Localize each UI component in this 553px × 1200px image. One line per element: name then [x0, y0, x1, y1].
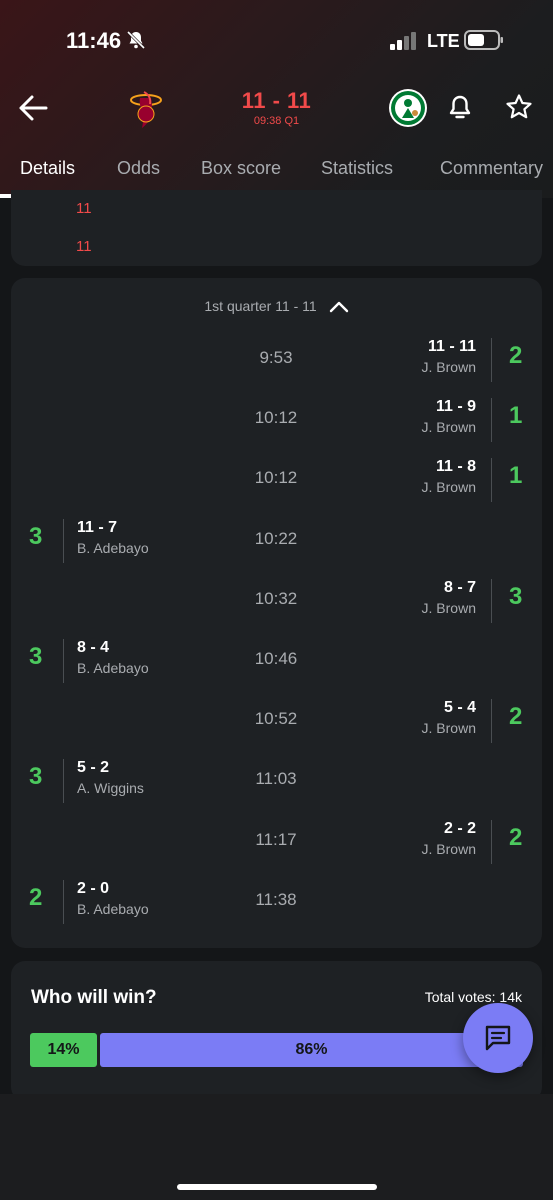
celtics-logo[interactable]	[388, 88, 428, 128]
event-score: 2 - 0	[77, 879, 110, 897]
event-points: 2	[509, 823, 523, 851]
event-time: 10:46	[254, 649, 298, 668]
event-divider	[491, 578, 492, 623]
event-score: 2 - 2	[443, 819, 476, 837]
event-points: 2	[509, 703, 523, 731]
event-score: 5 - 2	[77, 759, 110, 777]
event-row: 2 5 - 4 J. Brown 10:52	[11, 697, 542, 747]
event-row: 3 11 - 7 B. Adebayo 10:22	[11, 517, 542, 567]
event-divider	[63, 639, 64, 683]
network-label: LTE	[427, 31, 460, 51]
vote-title: Who will win?	[31, 987, 157, 1008]
quarter-toggle[interactable]: 1st quarter 11 - 11	[11, 298, 542, 314]
event-player: J. Brown	[421, 840, 476, 857]
event-divider	[63, 759, 64, 804]
event-score: 8 - 4	[77, 639, 110, 656]
star-icon[interactable]	[505, 93, 533, 121]
event-points: 2	[509, 342, 523, 369]
event-points: 1	[509, 402, 523, 430]
event-score: 5 - 4	[443, 699, 476, 717]
event-time: 10:32	[254, 588, 298, 608]
event-divider	[491, 699, 492, 744]
chevron-up-icon	[329, 302, 348, 313]
previous-score: 11	[76, 238, 92, 255]
event-points: 3	[29, 763, 43, 791]
chat-button[interactable]	[463, 1003, 533, 1073]
status-bar: 11:46 LTE	[0, 0, 553, 80]
home-indicator[interactable]	[177, 1184, 377, 1190]
event-time: 10:12	[254, 408, 298, 428]
quarter-card: 1st quarter 11 - 11 2 11 - 11 J. Brown 9:53…	[11, 278, 542, 948]
event-player: B. Adebayo	[77, 539, 149, 556]
quarter-title: 1st quarter 11 - 11	[204, 298, 317, 314]
event-row: 3 8 - 7 J. Brown 10:32	[11, 577, 542, 627]
event-divider	[491, 398, 492, 443]
vote-home-bar[interactable]: 14%	[30, 1033, 97, 1067]
event-divider	[491, 458, 492, 503]
event-points: 3	[29, 643, 43, 670]
event-player: J. Brown	[421, 479, 476, 496]
event-time: 9:53	[259, 348, 293, 367]
bell-icon[interactable]	[447, 94, 473, 122]
bell-slash-icon	[126, 30, 146, 50]
event-points: 3	[509, 582, 523, 610]
event-row: 2 2 - 2 J. Brown 11:17	[11, 818, 542, 868]
tab-odds[interactable]: Odds	[117, 158, 160, 179]
event-player: J. Brown	[421, 419, 476, 436]
event-points: 3	[29, 522, 43, 550]
event-row: 2 2 - 0 B. Adebayo 11:38	[11, 878, 542, 928]
event-row: 3 8 - 4 B. Adebayo 10:46	[11, 637, 542, 687]
previous-quarter-card: 11 11	[11, 190, 542, 266]
event-score: 8 - 7	[443, 578, 476, 596]
event-time: 11:38	[255, 889, 297, 909]
status-time: 11:46	[66, 28, 122, 53]
event-row: 1 11 - 8 J. Brown 10:12	[11, 456, 542, 506]
signal-bars-icon	[390, 32, 416, 50]
event-player: B. Adebayo	[77, 660, 149, 676]
top-bar: 11 - 11 09:38 Q1	[0, 84, 553, 134]
event-player: J. Brown	[421, 359, 476, 375]
tab-commentary[interactable]: Commentary	[440, 158, 543, 179]
event-player: A. Wiggins	[77, 780, 144, 797]
event-row: 2 11 - 11 J. Brown 9:53	[11, 336, 542, 386]
event-divider	[491, 819, 492, 864]
battery-icon	[464, 30, 503, 50]
chat-icon	[485, 1025, 511, 1051]
vote-card: Who will win? Total votes: 14k 14% 86%	[11, 961, 542, 1101]
tab-box-score[interactable]: Box score	[201, 158, 281, 179]
event-row: 1 11 - 9 J. Brown 10:12	[11, 396, 542, 446]
match-header: 11:46 LTE 11 - 11 09:38 Q1 Details Odds …	[0, 0, 553, 198]
event-time: 10:12	[254, 468, 298, 488]
event-time: 11:03	[255, 769, 297, 789]
vote-total: Total votes: 14k	[424, 989, 522, 1005]
event-time: 10:22	[254, 528, 298, 548]
tab-details[interactable]: Details	[20, 158, 75, 179]
event-player: J. Brown	[421, 599, 476, 616]
event-score: 11 - 11	[427, 338, 476, 355]
event-points: 2	[29, 883, 43, 911]
event-score: 11 - 9	[435, 398, 476, 416]
event-player: B. Adebayo	[77, 900, 149, 917]
event-divider	[491, 338, 492, 382]
previous-score: 11	[76, 200, 92, 217]
event-row: 3 5 - 2 A. Wiggins 11:03	[11, 757, 542, 807]
event-player: J. Brown	[421, 720, 476, 737]
event-score: 11 - 8	[435, 458, 476, 476]
event-divider	[63, 879, 64, 924]
event-time: 11:17	[255, 829, 297, 849]
tab-statistics[interactable]: Statistics	[321, 158, 393, 179]
event-divider	[63, 518, 64, 563]
vote-away-bar[interactable]: 86%	[100, 1033, 523, 1067]
event-points: 1	[509, 462, 523, 490]
event-time: 10:52	[254, 709, 298, 729]
event-score: 11 - 7	[77, 518, 118, 536]
